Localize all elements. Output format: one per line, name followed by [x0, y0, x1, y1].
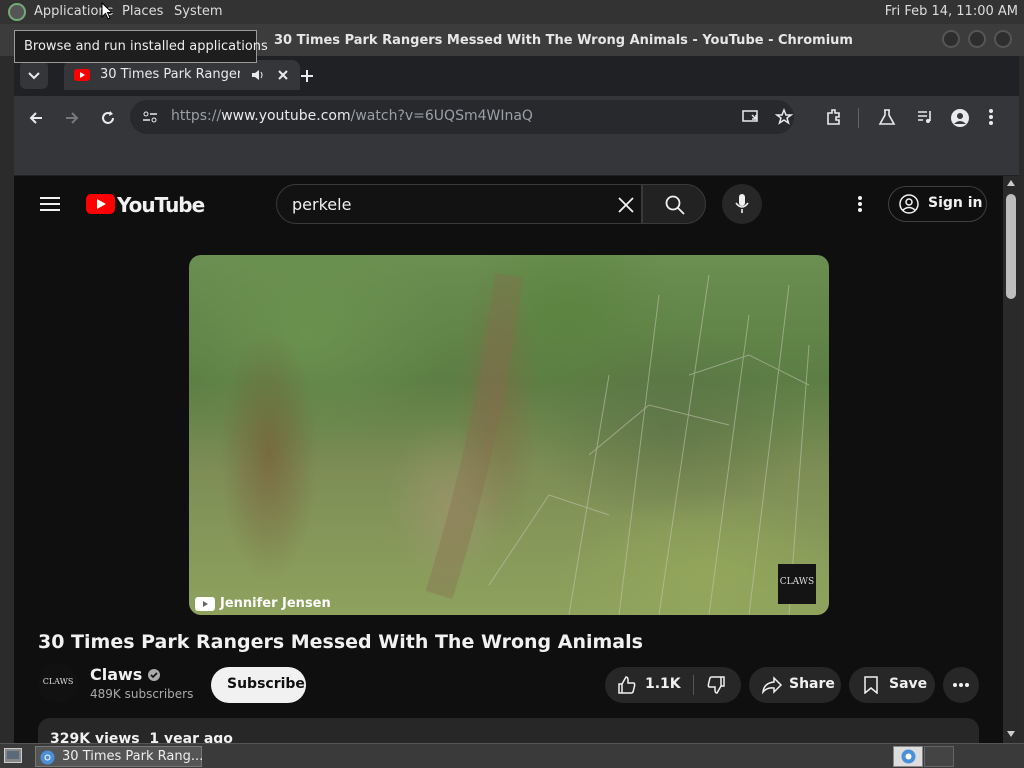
scrollbar-thumb[interactable] — [1006, 194, 1016, 299]
dislike-button[interactable] — [694, 667, 741, 703]
view-stats: 329K views 1 year ago — [50, 731, 233, 743]
workspace-switcher[interactable] — [893, 746, 923, 767]
places-menu[interactable]: Places — [122, 4, 163, 19]
video-frame-grass — [425, 273, 810, 615]
youtube-page: YouTube perkele Sign in Jennifer Jensen … — [14, 176, 1003, 743]
url-text: https://www.youtube.com/watch?v=6UQSm4WI… — [171, 108, 533, 124]
search-icon — [665, 195, 685, 215]
clear-search-icon[interactable] — [618, 197, 634, 213]
account-circle-icon — [899, 194, 919, 214]
like-button[interactable]: 1.1K — [605, 667, 693, 703]
tab-title: 30 Times Park Rangers M — [100, 67, 240, 82]
taskbar-window-label: 30 Times Park Rang... — [62, 749, 204, 764]
share-button[interactable]: Share — [749, 667, 841, 703]
top-panel: Applications Places System Fri Feb 14, 1… — [0, 0, 1024, 24]
channel-name[interactable]: Claws — [90, 665, 161, 684]
tab-search-button[interactable] — [20, 61, 48, 89]
sign-in-label: Sign in — [928, 195, 983, 211]
more-actions-button[interactable] — [943, 667, 979, 703]
extensions-icon[interactable] — [825, 108, 843, 126]
description-box[interactable]: 329K views 1 year ago — [38, 718, 979, 743]
bookmark-star-icon[interactable] — [775, 108, 793, 126]
window-title: 30 Times Park Rangers Messed With The Wr… — [274, 33, 853, 48]
save-button[interactable]: Save — [849, 667, 935, 703]
profile-icon[interactable] — [950, 108, 970, 128]
workspace-2[interactable] — [924, 746, 954, 767]
thumbs-up-icon — [618, 676, 636, 694]
search-box[interactable]: perkele — [276, 184, 642, 224]
browser-menu-icon[interactable] — [988, 108, 994, 126]
share-label: Share — [789, 676, 835, 692]
like-dislike-group: 1.1K — [605, 667, 741, 703]
install-app-icon[interactable] — [742, 109, 760, 125]
close-window-button[interactable] — [994, 30, 1012, 48]
youtube-logo-text: YouTube — [117, 193, 205, 217]
subscribe-button[interactable]: Subscribe — [211, 667, 306, 703]
mouse-cursor-icon — [101, 2, 113, 20]
save-label: Save — [889, 676, 928, 692]
maximize-button[interactable] — [968, 30, 986, 48]
settings-more-icon[interactable] — [857, 195, 863, 213]
video-player[interactable]: Jennifer Jensen CLAWS — [189, 255, 829, 615]
clock[interactable]: Fri Feb 14, 11:00 AM — [885, 4, 1018, 19]
channel-watermark-logo[interactable]: CLAWS — [778, 564, 816, 604]
workspace-chromium-icon — [901, 749, 916, 764]
video-watermark: Jennifer Jensen — [195, 596, 331, 611]
toolbar-divider — [858, 108, 859, 128]
bookmark-save-icon — [864, 676, 878, 694]
speaker-icon[interactable] — [250, 68, 264, 82]
youtube-favicon-icon — [74, 69, 90, 81]
like-count: 1.1K — [645, 676, 681, 692]
labs-flask-icon[interactable] — [878, 108, 896, 126]
bookmark-bar — [14, 140, 1019, 176]
minimize-button[interactable] — [942, 30, 960, 48]
hamburger-menu-icon[interactable] — [40, 196, 60, 212]
taskbar-window-chromium[interactable]: 30 Times Park Rang... — [35, 746, 204, 767]
applications-tooltip: Browse and run installed applications — [14, 30, 268, 63]
subscriber-count: 489K subscribers — [90, 687, 194, 701]
channel-avatar[interactable]: CLAWS — [38, 663, 78, 703]
scroll-up-icon[interactable] — [1007, 180, 1015, 186]
verified-badge-icon — [148, 668, 161, 681]
address-bar[interactable]: https://www.youtube.com/watch?v=6UQSm4WI… — [130, 100, 794, 134]
close-tab-icon[interactable] — [276, 68, 290, 82]
system-menu[interactable]: System — [174, 4, 222, 19]
search-button[interactable] — [642, 184, 706, 224]
new-tab-icon[interactable] — [299, 68, 315, 84]
search-input[interactable]: perkele — [292, 195, 351, 214]
thumbs-down-icon — [707, 676, 725, 694]
more-horizontal-icon — [953, 683, 969, 687]
tab-youtube[interactable]: 30 Times Park Rangers M — [64, 60, 300, 90]
browser-toolbar: https://www.youtube.com/watch?v=6UQSm4WI… — [14, 96, 1019, 140]
scroll-down-icon[interactable] — [1007, 731, 1015, 737]
chevron-down-icon — [28, 72, 40, 80]
microphone-icon — [735, 194, 749, 213]
watermark-youtube-icon — [195, 596, 215, 611]
show-desktop-icon[interactable] — [4, 748, 22, 763]
reload-icon[interactable] — [100, 110, 116, 126]
site-info-icon[interactable] — [142, 110, 158, 124]
gnome-foot-icon[interactable] — [8, 3, 26, 21]
sign-in-button[interactable]: Sign in — [888, 186, 987, 222]
video-title: 30 Times Park Rangers Messed With The Wr… — [38, 631, 643, 653]
voice-search-button[interactable] — [722, 184, 762, 224]
taskbar: 30 Times Park Rang... — [0, 743, 1024, 768]
share-arrow-icon — [762, 676, 783, 694]
chromium-icon — [40, 750, 55, 765]
forward-icon[interactable] — [64, 110, 80, 126]
media-control-icon[interactable] — [916, 108, 934, 126]
youtube-play-logo-icon — [86, 194, 115, 214]
back-icon[interactable] — [28, 110, 44, 126]
